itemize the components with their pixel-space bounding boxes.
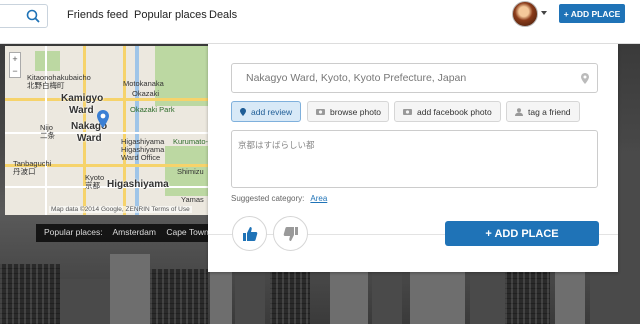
map-label: Higashiyama [107, 179, 169, 190]
map-label: Ward [77, 133, 102, 144]
map-label: 丹波口 [13, 167, 36, 176]
map-pin-icon[interactable] [97, 110, 109, 128]
tab-label: add facebook photo [417, 106, 492, 117]
tab-label: add review [251, 106, 293, 117]
thumbs-up-icon [242, 226, 257, 241]
map-label: Okazaki [132, 89, 160, 98]
map-credit: Map data ©2014 Google, ZENRIN Terms of U… [49, 206, 192, 213]
tab-add-review[interactable]: add review [231, 101, 301, 122]
location-input[interactable]: Nakagyo Ward, Kyoto, Kyoto Prefecture, J… [231, 63, 598, 93]
search-icon [26, 9, 40, 23]
tab-label: tag a friend [528, 106, 571, 117]
map-label: Higashiyama Ward Office [121, 145, 165, 162]
search-box[interactable] [0, 4, 48, 28]
map-label: Kurumato-yama [173, 137, 210, 146]
map-zoom-control[interactable]: + − [9, 52, 21, 78]
camera-icon [403, 109, 412, 115]
thumbs-down-button[interactable] [273, 216, 308, 251]
avatar[interactable] [512, 1, 538, 27]
camera-icon [316, 109, 325, 115]
map-label: Kamigyo [61, 93, 104, 104]
review-textarea[interactable]: 京都はすばらしい都 [231, 130, 598, 188]
suggested-category: Suggested category: Area [231, 194, 327, 203]
popular-item[interactable]: Cape Town [166, 227, 208, 237]
map-label: 二条 [40, 131, 55, 140]
chevron-down-icon[interactable] [541, 11, 547, 15]
popular-places-bar: Popular places: Amsterdam Cape Town [36, 224, 225, 242]
tab-tag-a-friend[interactable]: tag a friend [506, 101, 580, 122]
nav-friends-feed[interactable]: Friends feed [67, 9, 128, 21]
thumbs-down-icon [283, 226, 298, 241]
suggested-label: Suggested category: [231, 194, 305, 203]
pin-icon [240, 107, 246, 116]
map[interactable]: + − Kitaonohakubaicho 北野白梅町 Motokanaka Ka… [5, 46, 210, 215]
tab-add-facebook-photo[interactable]: add facebook photo [394, 101, 501, 122]
nav-deals[interactable]: Deals [209, 9, 237, 21]
suggested-category-link[interactable]: Area [310, 194, 327, 203]
add-place-top-label: + ADD PLACE [563, 8, 621, 19]
tab-label: browse photo [330, 106, 382, 117]
top-nav: Friends feed Popular places Deals + ADD … [0, 0, 640, 44]
map-label: Ward [69, 105, 94, 116]
add-place-panel: Nakagyo Ward, Kyoto, Kyoto Prefecture, J… [208, 44, 618, 272]
map-label: Yamas [181, 195, 204, 204]
location-pin-icon [581, 73, 589, 84]
add-place-top-button[interactable]: + ADD PLACE [559, 4, 625, 23]
add-place-button[interactable]: + ADD PLACE [445, 221, 599, 246]
add-place-label: + ADD PLACE [485, 227, 559, 240]
map-label: Okazaki Park [130, 105, 175, 114]
popular-label: Popular places: [44, 227, 103, 237]
popular-item[interactable]: Amsterdam [113, 227, 156, 237]
tab-browse-photo[interactable]: browse photo [307, 101, 389, 122]
map-label: Motokanaka [123, 79, 164, 88]
map-label: Shimizu [177, 167, 204, 176]
map-label: 京都 [85, 181, 100, 190]
thumbs-up-button[interactable] [232, 216, 267, 251]
nav-popular-places[interactable]: Popular places [134, 9, 207, 21]
location-value: Nakagyo Ward, Kyoto, Kyoto Prefecture, J… [246, 72, 467, 84]
review-text: 京都はすばらしい都 [238, 140, 315, 150]
person-icon [515, 107, 523, 116]
map-label: 北野白梅町 [27, 81, 65, 90]
